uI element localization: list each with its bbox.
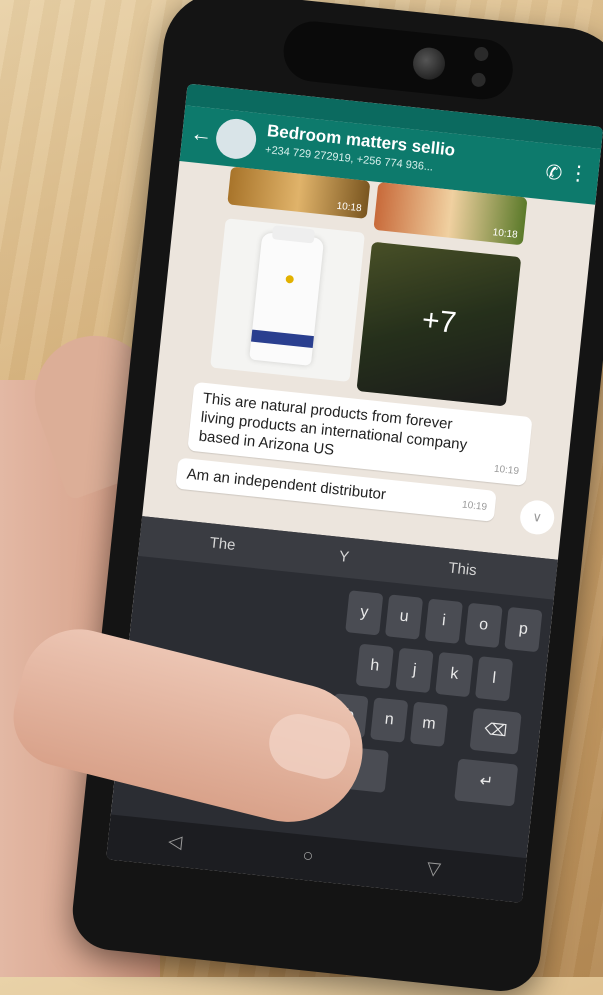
more-menu-icon[interactable]: ⋮	[567, 160, 590, 187]
thumb-nail	[263, 707, 355, 784]
key[interactable]: p	[504, 606, 543, 653]
key[interactable]: n	[370, 697, 409, 743]
key[interactable]: j	[395, 647, 434, 694]
media-time: 10:18	[336, 200, 363, 215]
call-icon[interactable]: ✆	[544, 159, 563, 186]
media-time: 10:18	[492, 227, 519, 241]
key[interactable]: y	[345, 590, 384, 636]
message-time: 10:19	[461, 499, 488, 514]
key[interactable]: i	[424, 598, 463, 644]
back-arrow-icon[interactable]: ←	[189, 120, 213, 148]
key[interactable]: m	[409, 701, 449, 747]
key[interactable]: k	[435, 651, 474, 698]
system-nav-bar: ◁ ○ ▽	[106, 814, 527, 903]
key[interactable]: u	[384, 594, 424, 640]
key[interactable]: l	[474, 656, 514, 702]
contact-avatar[interactable]	[214, 116, 259, 161]
sensor-icon	[470, 72, 487, 88]
backspace-icon[interactable]: ⌫	[469, 707, 522, 755]
bottle-cap	[271, 225, 316, 244]
suggestion[interactable]: Y	[338, 548, 350, 566]
back-nav-icon[interactable]: ◁	[167, 831, 183, 853]
sensor-icon	[473, 46, 490, 62]
bottle-label-band	[251, 329, 314, 349]
key[interactable]: h	[355, 643, 394, 689]
enter-icon[interactable]: ↵	[454, 758, 519, 807]
suggestion[interactable]: This	[448, 559, 478, 579]
scroll-down-icon[interactable]: ∨	[518, 498, 556, 537]
product-bottle	[249, 225, 325, 366]
product-image[interactable]	[210, 218, 365, 383]
front-camera-icon	[411, 46, 447, 82]
recents-nav-icon[interactable]: ▽	[426, 858, 442, 880]
key[interactable]: o	[464, 602, 503, 649]
home-nav-icon[interactable]: ○	[302, 845, 315, 867]
message-time: 10:19	[493, 463, 520, 478]
more-media-tile[interactable]: +7	[356, 241, 522, 407]
phone-notch	[280, 18, 516, 103]
suggestion[interactable]: The	[209, 534, 236, 554]
bottle-logo	[285, 274, 295, 284]
